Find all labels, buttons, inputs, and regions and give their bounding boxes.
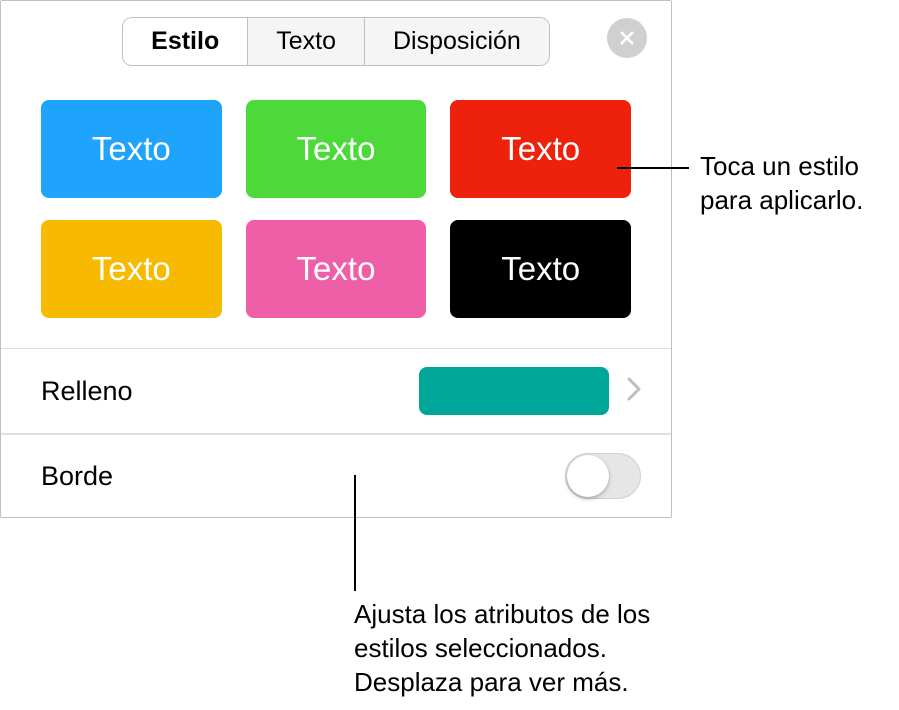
tab-layout[interactable]: Disposición (365, 18, 549, 65)
toggle-knob (567, 455, 609, 497)
tab-bar: Estilo Texto Disposición (122, 17, 550, 66)
callout-line-top (617, 167, 689, 169)
tab-bar-wrapper: Estilo Texto Disposición (1, 1, 671, 74)
style-preset-4[interactable]: Texto (41, 220, 222, 318)
style-preset-1[interactable]: Texto (41, 100, 222, 198)
callout-line-bottom (354, 475, 356, 591)
fill-color-swatch[interactable] (419, 367, 609, 415)
close-button[interactable] (607, 18, 647, 58)
style-preset-6[interactable]: Texto (450, 220, 631, 318)
callout-top: Toca un estilo para aplicarlo. (700, 150, 890, 218)
fill-label: Relleno (41, 376, 133, 407)
chevron-right-icon (627, 377, 641, 406)
tab-text[interactable]: Texto (248, 18, 365, 65)
border-row: Borde (1, 434, 671, 517)
format-panel: Estilo Texto Disposición Texto Texto Tex… (0, 0, 672, 518)
border-controls (565, 453, 641, 499)
callout-bottom: Ajusta los atributos de los estilos sele… (354, 598, 684, 699)
close-icon (618, 29, 636, 47)
style-preset-5[interactable]: Texto (246, 220, 427, 318)
style-presets-grid: Texto Texto Texto Texto Texto Texto (1, 74, 671, 348)
fill-row[interactable]: Relleno (1, 348, 671, 433)
border-toggle[interactable] (565, 453, 641, 499)
border-label: Borde (41, 461, 113, 492)
style-preset-3[interactable]: Texto (450, 100, 631, 198)
fill-controls (419, 367, 641, 415)
style-preset-2[interactable]: Texto (246, 100, 427, 198)
tab-style[interactable]: Estilo (123, 18, 248, 65)
